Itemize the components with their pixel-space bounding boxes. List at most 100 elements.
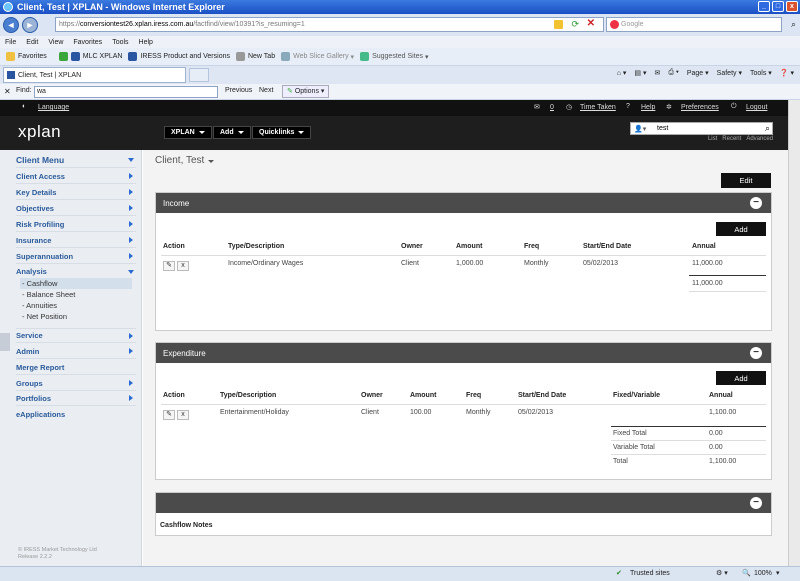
client-search-input[interactable]: 👤▾ test ⌕ (630, 122, 773, 135)
sidebar-item-objectives[interactable]: Objectives (16, 201, 136, 216)
sidebar-item-admin[interactable]: Admin (16, 344, 136, 359)
fav-web-slice-gallery[interactable]: Web Slice Gallery ▾ (281, 52, 354, 61)
fixed-total: 0.00 (709, 430, 723, 437)
close-find-icon[interactable]: ✕ (4, 87, 11, 96)
sidebar-sub-net-position[interactable]: - Net Position (20, 311, 132, 322)
help-icon[interactable]: ❓ ▾ (780, 69, 794, 77)
sidebar-item-label: Key Details (16, 187, 57, 197)
find-previous-button[interactable]: Previous (225, 87, 252, 94)
col-action: Action (163, 392, 185, 399)
mail-icon[interactable]: ✉ (654, 69, 660, 77)
url-field[interactable]: https://conversiontest26.xplan.iress.com… (55, 17, 604, 32)
copyright: © IRESS Market Technology Ltd Release 2.… (18, 547, 97, 561)
protected-mode-icon[interactable]: ⚙ ▾ (716, 569, 728, 577)
mail-count[interactable]: 0 (550, 104, 554, 111)
new-tab-button[interactable] (189, 68, 209, 82)
menu-favorites[interactable]: Favorites (73, 39, 102, 46)
maximize-button[interactable]: □ (772, 1, 784, 12)
sidebar-item-eapplications[interactable]: eApplications (16, 407, 136, 422)
sidebar-collapse-handle[interactable] (0, 333, 10, 351)
collapse-icon[interactable]: − (750, 197, 762, 209)
edit-row-icon[interactable]: ✎ (163, 410, 175, 420)
sidebar-item-analysis[interactable]: Analysis (16, 264, 136, 279)
add-expenditure-button[interactable]: Add (716, 371, 766, 385)
search-icon[interactable]: ⌕ (765, 123, 770, 134)
client-menu-title[interactable]: Client Menu (16, 153, 136, 168)
collapse-icon[interactable]: − (750, 497, 762, 509)
print-icon[interactable]: ⎙ ▾ (668, 69, 679, 77)
safety-menu[interactable]: Safety ▾ (717, 69, 742, 77)
back-button[interactable]: ◄ (3, 17, 19, 33)
divider (161, 255, 766, 256)
zoom-icon[interactable]: 🔍 (742, 569, 751, 577)
sidebar-item-portfolios[interactable]: Portfolios (16, 391, 136, 406)
menu-tools[interactable]: Tools (112, 39, 128, 46)
sidebar-item-insurance[interactable]: Insurance (16, 233, 136, 248)
home-icon[interactable]: ⌂ ▾ (617, 69, 627, 77)
preferences-link[interactable]: Preferences (681, 104, 719, 111)
search-advanced-link[interactable]: Advanced (746, 136, 773, 142)
chevron-down-icon[interactable]: ▾ (776, 569, 780, 577)
edit-button[interactable]: Edit (721, 173, 771, 188)
menu-quicklinks[interactable]: Quicklinks (252, 126, 312, 139)
lock-icon[interactable] (554, 20, 563, 29)
language-link[interactable]: Language (38, 104, 69, 111)
sidebar-item-label: Client Access (16, 171, 65, 181)
menu-help[interactable]: Help (139, 39, 153, 46)
minimize-button[interactable]: _ (758, 1, 770, 12)
search-recent-link[interactable]: Recent (722, 136, 741, 142)
menu-view[interactable]: View (48, 39, 63, 46)
zoom-level[interactable]: 100% (754, 570, 772, 577)
stop-icon[interactable]: ✕ (587, 18, 595, 29)
expenditure-annual: 1,100.00 (709, 409, 737, 416)
sidebar-sub-balance-sheet[interactable]: - Balance Sheet (20, 289, 132, 300)
fav-iress-product[interactable]: IRESS Product and Versions (128, 52, 230, 61)
fav-mlc-xplan[interactable]: MLC XPLAN (58, 52, 122, 61)
user-icon[interactable]: 👤▾ (634, 125, 646, 133)
search-input[interactable]: Google (606, 17, 782, 32)
chevron-right-icon (129, 189, 133, 195)
refresh-icon[interactable]: ⟳ (571, 19, 579, 30)
sidebar-sub-annuities[interactable]: - Annuities (20, 300, 132, 311)
favorites-button[interactable]: Favorites (6, 52, 47, 61)
delete-row-icon[interactable]: x (177, 410, 189, 420)
close-window-button[interactable]: x (786, 1, 798, 12)
fav-suggested-sites[interactable]: Suggested Sites ▾ (360, 52, 429, 61)
tools-menu[interactable]: Tools ▾ (750, 69, 772, 77)
sidebar-item-service[interactable]: Service (16, 328, 136, 343)
income-freq: Monthly (524, 260, 549, 267)
sidebar-item-merge-report[interactable]: Merge Report (16, 360, 136, 375)
menu-file[interactable]: File (5, 39, 16, 46)
page-menu[interactable]: Page ▾ (687, 69, 709, 77)
search-icon[interactable]: ⌕ (791, 19, 796, 30)
vertical-scrollbar[interactable] (788, 100, 800, 566)
menu-xplan[interactable]: XPLAN (164, 126, 212, 139)
add-income-button[interactable]: Add (716, 222, 766, 236)
mail-icon: ✉ (534, 104, 540, 111)
menu-add[interactable]: Add (213, 126, 251, 139)
sidebar-item-groups[interactable]: Groups (16, 376, 136, 391)
delete-row-icon[interactable]: x (177, 261, 189, 271)
find-options-button[interactable]: ✎ Options ▾ (282, 85, 330, 98)
sidebar-sub-cashflow[interactable]: - Cashflow (20, 278, 132, 289)
variable-total: 0.00 (709, 444, 723, 451)
edit-row-icon[interactable]: ✎ (163, 261, 175, 271)
find-options-label: Options (294, 88, 319, 95)
fav-new-tab[interactable]: New Tab (235, 52, 275, 61)
find-next-button[interactable]: Next (259, 87, 273, 94)
sidebar-item-risk-profiling[interactable]: Risk Profiling (16, 217, 136, 232)
search-list-link[interactable]: List (708, 136, 717, 142)
logout-link[interactable]: Logout (746, 104, 767, 111)
sidebar-item-client-access[interactable]: Client Access (16, 169, 136, 184)
help-link[interactable]: Help (641, 104, 655, 111)
find-input[interactable]: wa (34, 86, 218, 98)
forward-button[interactable]: ► (22, 17, 38, 33)
tab-client-test[interactable]: Client, Test | XPLAN (3, 67, 186, 83)
collapse-icon[interactable]: − (750, 347, 762, 359)
time-taken-link[interactable]: Time Taken (580, 104, 616, 111)
feeds-icon[interactable]: ▤ ▾ (634, 69, 646, 77)
sidebar-item-key-details[interactable]: Key Details (16, 185, 136, 200)
menu-edit[interactable]: Edit (26, 39, 38, 46)
sidebar-item-superannuation[interactable]: Superannuation (16, 249, 136, 264)
client-name-dropdown[interactable]: Client, Test (155, 155, 215, 166)
